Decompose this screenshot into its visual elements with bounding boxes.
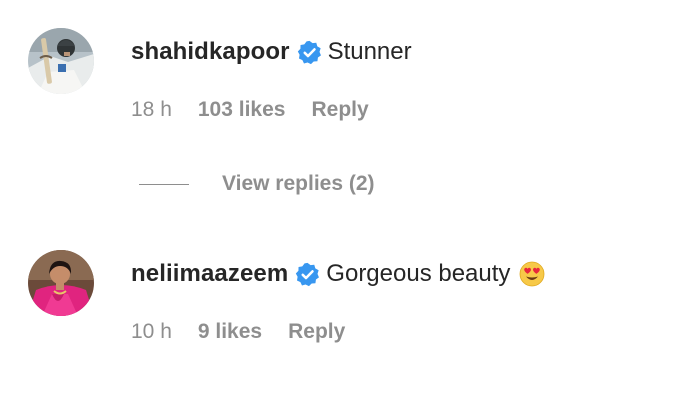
avatar[interactable] xyxy=(28,250,94,316)
comment-thread: shahidkapoor Stunner 18 h 103 likes Repl… xyxy=(0,0,700,400)
avatar-photo xyxy=(28,250,94,316)
divider-line xyxy=(139,183,189,185)
comment-username[interactable]: shahidkapoor xyxy=(131,38,290,66)
comment-likes[interactable]: 103 likes xyxy=(198,98,286,122)
comment-meta: 10 h 9 likes Reply xyxy=(131,320,345,344)
comment-likes[interactable]: 9 likes xyxy=(198,320,262,344)
comment-line: neliimaazeem Gorgeous beauty xyxy=(131,257,545,291)
avatar-photo xyxy=(28,28,94,94)
comment-timestamp[interactable]: 10 h xyxy=(131,320,172,344)
comment-meta: 18 h 103 likes Reply xyxy=(131,98,369,122)
comment-username[interactable]: neliimaazeem xyxy=(131,260,288,288)
verified-badge-icon xyxy=(295,262,320,287)
heart-eyes-emoji-icon xyxy=(519,261,545,287)
verified-badge-icon xyxy=(297,40,322,65)
comment-timestamp[interactable]: 18 h xyxy=(131,98,172,122)
comment-text: Gorgeous beauty xyxy=(326,260,511,287)
comment-text: Stunner xyxy=(327,38,412,65)
avatar[interactable] xyxy=(28,28,94,94)
comment-line: shahidkapoor Stunner xyxy=(131,35,412,69)
view-replies-label: View replies (2) xyxy=(222,172,375,195)
view-replies-button[interactable]: View replies (2) xyxy=(139,172,375,196)
reply-button[interactable]: Reply xyxy=(288,320,345,344)
reply-button[interactable]: Reply xyxy=(311,98,368,122)
